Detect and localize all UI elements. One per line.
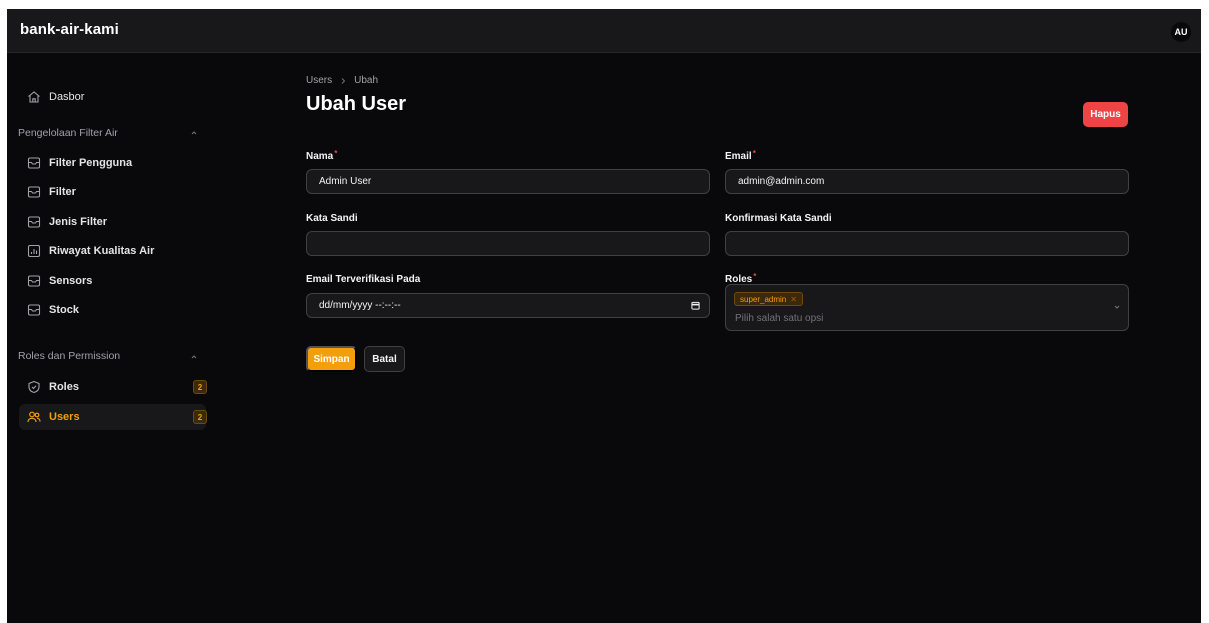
roles-placeholder: Pilih salah satu opsi <box>735 313 824 324</box>
app-window: bank-air-kami AU Dasbor Pengelolaan Filt… <box>7 9 1201 623</box>
sidebar-item-label: Riwayat Kualitas Air <box>49 245 155 257</box>
sidebar-item-label: Roles <box>49 381 79 393</box>
password-field[interactable] <box>306 231 710 256</box>
inbox-icon <box>27 275 41 287</box>
role-chip-label: super_admin <box>740 294 787 304</box>
sidebar-item-dasbor[interactable]: Dasbor <box>19 84 206 110</box>
cancel-button[interactable]: Batal <box>364 346 405 372</box>
verified-at-field[interactable]: dd/mm/yyyy --:--:-- <box>306 293 710 318</box>
breadcrumb-current: Ubah <box>354 75 379 86</box>
verified-at-value: dd/mm/yyyy --:--:-- <box>319 300 401 311</box>
sidebar-item-label: Filter Pengguna <box>49 157 133 169</box>
verified-at-label: Email Terverifikasi Pada <box>306 274 421 285</box>
breadcrumb-parent[interactable]: Users <box>306 75 332 86</box>
sidebar: Dasbor Pengelolaan Filter Air Filter Pen… <box>7 53 213 623</box>
chevron-up-icon[interactable] <box>189 128 199 138</box>
home-icon <box>28 91 40 103</box>
group-label-filter-air: Pengelolaan Filter Air <box>18 127 118 139</box>
users-icon <box>27 411 41 423</box>
delete-button[interactable]: Hapus <box>1083 102 1128 127</box>
sidebar-item-label: Jenis Filter <box>49 216 108 228</box>
group-label-roles-permission: Roles dan Permission <box>18 350 121 362</box>
page-title: Ubah User <box>306 93 407 115</box>
topbar: bank-air-kami AU <box>7 9 1201 53</box>
sidebar-item-label: Stock <box>49 304 79 316</box>
sidebar-item-roles[interactable]: Roles 2 <box>19 374 207 400</box>
calendar-icon[interactable] <box>691 301 700 310</box>
chart-bar-icon <box>27 244 41 258</box>
sidebar-item-stock[interactable]: Stock <box>19 297 206 323</box>
email-label-text: Email <box>725 151 752 162</box>
inbox-icon <box>27 186 41 198</box>
nama-field[interactable]: Admin User <box>306 169 710 194</box>
sidebar-item-label: Filter <box>49 186 76 198</box>
nama-label: Nama* <box>306 149 338 162</box>
sidebar-item-label: Users <box>49 411 80 423</box>
password-confirm-field[interactable] <box>725 231 1129 256</box>
save-button[interactable]: Simpan <box>306 346 357 372</box>
password-confirm-label: Konfirmasi Kata Sandi <box>725 213 832 224</box>
sidebar-item-jenis-filter[interactable]: Jenis Filter <box>19 209 206 235</box>
remove-chip-icon[interactable]: ✕ <box>790 295 797 304</box>
chevron-right-icon <box>341 77 346 84</box>
nama-label-text: Nama <box>306 151 334 162</box>
inbox-icon <box>27 216 41 228</box>
inbox-icon <box>27 304 41 316</box>
email-field[interactable]: admin@admin.com <box>725 169 1129 194</box>
chevron-down-icon[interactable] <box>1112 302 1122 312</box>
count-badge: 2 <box>193 380 207 394</box>
required-asterisk: * <box>752 149 756 158</box>
email-label: Email* <box>725 149 756 162</box>
sidebar-item-filter[interactable]: Filter <box>19 179 206 205</box>
sidebar-item-label: Sensors <box>49 275 93 287</box>
inbox-icon <box>27 157 41 169</box>
sidebar-item-riwayat-kualitas-air[interactable]: Riwayat Kualitas Air <box>19 238 206 264</box>
sidebar-item-sensors[interactable]: Sensors <box>19 268 206 294</box>
chevron-up-icon[interactable] <box>189 352 199 362</box>
sidebar-item-users[interactable]: Users 2 <box>19 404 207 430</box>
main-content: Users Ubah Ubah User Hapus Nama* Admin U… <box>306 53 1201 623</box>
required-asterisk: * <box>334 149 338 158</box>
password-label: Kata Sandi <box>306 213 358 224</box>
user-avatar[interactable]: AU <box>1171 22 1191 42</box>
count-badge: 2 <box>193 410 207 424</box>
required-asterisk: * <box>753 272 757 281</box>
brand-logo[interactable]: bank-air-kami <box>20 21 119 38</box>
sidebar-item-filter-pengguna[interactable]: Filter Pengguna <box>19 150 206 176</box>
sidebar-item-label: Dasbor <box>49 91 85 103</box>
shield-check-icon <box>28 380 40 394</box>
breadcrumb: Users Ubah <box>306 75 378 86</box>
roles-select[interactable]: super_admin ✕ Pilih salah satu opsi <box>725 284 1129 331</box>
role-chip-super-admin: super_admin ✕ <box>734 292 803 306</box>
